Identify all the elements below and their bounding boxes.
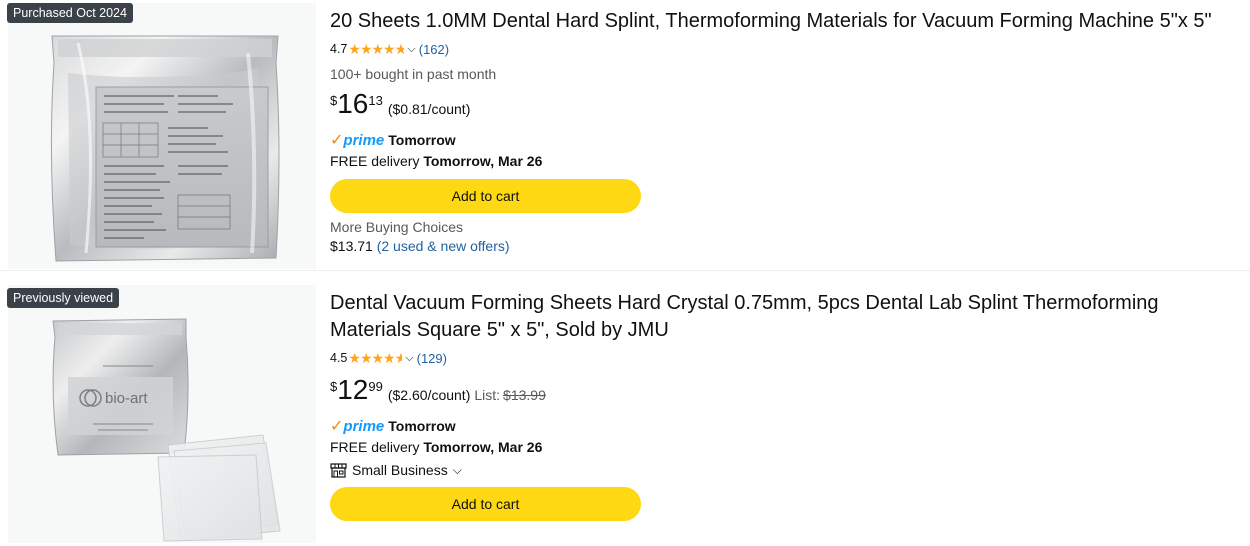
result-divider [0,270,1250,282]
prime-logo: prime [343,417,385,435]
chevron-down-icon[interactable]: ⌵ [405,352,413,365]
more-buying-row: $13.71 (2 used & new offers) [330,238,1240,254]
delivery-info: FREE delivery Tomorrow, Mar 26 [330,153,1240,169]
storefront-icon [330,462,347,478]
product-info: Dental Vacuum Forming Sheets Hard Crysta… [330,290,1240,521]
review-count-link[interactable]: (162) [419,42,449,57]
rating-row: 4.5 ★★★★★ ⌵ (129) [330,350,1240,366]
prime-logo: prime [343,131,385,149]
more-buying-price: $13.71 [330,238,373,254]
previously-viewed-badge: Previously viewed [7,288,120,308]
delivery-date: Tomorrow, Mar 26 [423,153,543,169]
review-count-link[interactable]: (129) [417,351,447,366]
chevron-down-icon[interactable]: ⌵ [453,463,462,478]
product-info: 20 Sheets 1.0MM Dental Hard Splint, Ther… [330,8,1240,254]
prime-delivery-day: Tomorrow [388,418,456,434]
offers-link[interactable]: (2 used & new offers) [377,238,510,254]
more-buying-choices: More Buying Choices [330,219,464,235]
unit-price: ($2.60/count) [387,387,471,403]
prime-delivery-day: Tomorrow [388,132,456,148]
small-business-badge[interactable]: Small Business ⌵ [330,462,1240,478]
brand-logo: bio-art [105,390,148,407]
rating-row: 4.7 ★★★★★ ⌵ (162) [330,41,1240,57]
delivery-prefix: FREE delivery [330,153,424,169]
rating-value: 4.5 [330,351,348,365]
delivery-info: FREE delivery Tomorrow, Mar 26 [330,439,1240,455]
price-symbol: $ [330,379,338,394]
prime-badge: ✓ prime Tomorrow [330,131,1240,150]
list-price-label: List: [474,387,501,403]
purchased-badge: Purchased Oct 2024 [7,3,133,23]
price-whole: 16 [337,88,369,119]
price[interactable]: $ 16 13 ($0.81/count) [330,90,1240,120]
product-image[interactable]: bio-art [8,285,316,543]
prime-check-icon: ✓ [330,418,344,435]
star-icon[interactable]: ★★★★★ [348,350,402,367]
list-price: $13.99 [503,387,546,403]
unit-price: ($0.81/count) [387,101,471,117]
rating-value: 4.7 [330,42,348,56]
add-to-cart-button[interactable]: Add to cart [330,487,641,521]
product-image[interactable] [8,3,316,269]
star-icon[interactable]: ★★★★★ [348,41,404,58]
product-title-link[interactable]: Dental Vacuum Forming Sheets Hard Crysta… [330,290,1240,344]
product-title-link[interactable]: 20 Sheets 1.0MM Dental Hard Splint, Ther… [330,8,1240,35]
price-fraction: 99 [368,379,383,394]
search-result-card: Purchased Oct 2024 20 Sheets 1.0MM Denta… [0,0,1250,270]
small-business-label: Small Business [352,462,448,478]
price[interactable]: $ 12 99 ($2.60/count) List: $13.99 [330,376,1240,406]
search-result-card: Previously viewed bio-art Dental Vacuum … [0,282,1250,546]
prime-check-icon: ✓ [330,132,344,149]
price-whole: 12 [337,374,369,405]
delivery-prefix: FREE delivery [330,439,424,455]
prime-badge: ✓ prime Tomorrow [330,417,1240,436]
price-symbol: $ [330,93,338,108]
add-to-cart-button[interactable]: Add to cart [330,179,641,213]
delivery-date: Tomorrow, Mar 26 [423,439,543,455]
chevron-down-icon[interactable]: ⌵ [407,43,415,56]
price-fraction: 13 [368,93,383,108]
bought-text: 100+ bought in past month [330,66,497,82]
